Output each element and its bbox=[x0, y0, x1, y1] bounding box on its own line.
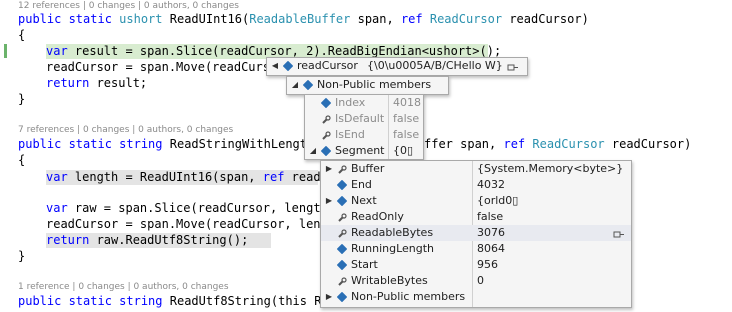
code-line: public static ushort ReadUInt16(Readable… bbox=[18, 12, 589, 26]
datatip-value[interactable]: false bbox=[477, 209, 503, 225]
datatip-row[interactable]: ReadableBytes 3076 bbox=[321, 225, 631, 241]
pin-icon[interactable] bbox=[613, 228, 625, 238]
datatip-row[interactable]: ◢ Segment {0▯ bbox=[305, 143, 423, 159]
datatip-row[interactable]: ReadOnly false bbox=[321, 209, 631, 225]
code-line: } bbox=[18, 249, 26, 263]
datatip-row[interactable]: ▶ Next {orld0▯ bbox=[321, 193, 631, 209]
datatip-name: Buffer bbox=[351, 162, 385, 175]
object-icon bbox=[320, 145, 332, 157]
wrench-icon bbox=[321, 114, 331, 124]
object-icon bbox=[336, 179, 348, 191]
expand-arrow-icon[interactable]: ▶ bbox=[324, 289, 334, 305]
datatip-value[interactable]: 8064 bbox=[477, 241, 505, 257]
datatip-value[interactable]: 956 bbox=[477, 257, 498, 273]
datatip-name: Non-Public members bbox=[317, 78, 432, 91]
datatip-row[interactable]: WritableBytes 0 bbox=[321, 273, 631, 289]
datatip-row[interactable]: ▶ Buffer {System.Memory<byte>} bbox=[321, 161, 631, 177]
datatip-value[interactable]: {0▯ bbox=[393, 143, 413, 159]
code-line: ffer span, ref ReadCursor readCursor) bbox=[424, 137, 692, 151]
datatip-name: IsDefault bbox=[335, 112, 385, 125]
code-line: } bbox=[18, 92, 26, 106]
object-icon bbox=[320, 97, 332, 109]
wrench-icon bbox=[337, 164, 347, 174]
code-line: public static string ReadUtf8String(this… bbox=[18, 294, 329, 308]
wrench-icon bbox=[337, 212, 347, 222]
datatip-name: Non-Public members bbox=[351, 290, 466, 303]
datatip-value[interactable]: 4018 bbox=[393, 95, 421, 111]
code-line: { bbox=[18, 28, 26, 42]
expand-arrow-icon[interactable]: ◀ bbox=[270, 58, 280, 74]
datatip-name: Index bbox=[335, 96, 366, 109]
datatip-value[interactable]: {orld0▯ bbox=[477, 193, 518, 209]
datatip-name: RunningLength bbox=[351, 242, 435, 255]
datatip-row[interactable]: IsDefault false bbox=[305, 111, 423, 127]
wrench-icon bbox=[337, 228, 347, 238]
code-line: { bbox=[18, 153, 26, 167]
datatip-row[interactable]: RunningLength 8064 bbox=[321, 241, 631, 257]
wrench-icon bbox=[321, 130, 331, 140]
datatip-readcursor[interactable]: ◀ readCursor {\0\u0005A/B/CHello W} bbox=[266, 57, 528, 76]
datatip-name: End bbox=[351, 178, 372, 191]
datatip-name: Segment bbox=[335, 144, 385, 157]
collapse-arrow-icon[interactable]: ◢ bbox=[290, 77, 300, 93]
datatip-name: IsEnd bbox=[335, 128, 365, 141]
wrench-icon bbox=[337, 276, 347, 286]
object-icon bbox=[302, 79, 314, 91]
codelens-readuint16[interactable]: 12 references | 0 changes | 0 authors, 0… bbox=[18, 1, 239, 11]
code-line: readCursor = span.Move(readCursor bbox=[46, 60, 285, 74]
object-icon bbox=[336, 195, 348, 207]
object-icon bbox=[336, 243, 348, 255]
datatip-name: Next bbox=[351, 194, 377, 207]
code-line: return raw.ReadUtf8String(); bbox=[46, 233, 249, 247]
datatip-segment[interactable]: ▶ Buffer {System.Memory<byte>} End 4032 ▶ Next… bbox=[320, 160, 632, 308]
collapse-arrow-icon[interactable]: ◢ bbox=[308, 143, 318, 159]
datatip-value[interactable]: {System.Memory<byte>} bbox=[477, 161, 623, 177]
datatip-name: Start bbox=[351, 258, 378, 271]
object-icon bbox=[336, 259, 348, 271]
code-line: public static string ReadStringWithLengt… bbox=[18, 137, 315, 151]
datatip-value[interactable]: false bbox=[393, 127, 419, 143]
codelens-readstringwithlength[interactable]: 7 references | 0 changes | 0 authors, 0 … bbox=[18, 125, 233, 135]
datatip-row[interactable]: Start 956 bbox=[321, 257, 631, 273]
datatip-row[interactable]: ◢ Non-Public members bbox=[287, 77, 448, 93]
datatip-value[interactable]: {\0\u0005A/B/CHello W} bbox=[367, 58, 503, 74]
pin-icon[interactable] bbox=[507, 61, 519, 71]
datatip-row[interactable]: End 4032 bbox=[321, 177, 631, 193]
datatip-name: WritableBytes bbox=[351, 274, 428, 287]
datatip-name: ReadableBytes bbox=[351, 226, 434, 239]
datatip-value[interactable]: 4032 bbox=[477, 177, 505, 193]
datatip-row[interactable]: IsEnd false bbox=[305, 127, 423, 143]
code-line: readCursor = span.Move(readCursor, leng bbox=[46, 217, 328, 231]
datatip-row[interactable]: ◀ readCursor {\0\u0005A/B/CHello W} bbox=[267, 58, 527, 74]
datatip-value[interactable]: 0 bbox=[477, 273, 484, 289]
codelens-readutf8string[interactable]: 1 reference | 0 changes | 0 authors, 0 c… bbox=[18, 282, 229, 292]
object-icon bbox=[282, 60, 294, 72]
datatip-name: readCursor bbox=[297, 59, 358, 72]
datatip-fields[interactable]: Index 4018 IsDefault false IsEnd false ◢… bbox=[304, 94, 424, 160]
code-line: return result; bbox=[46, 76, 148, 90]
code-line: var length = ReadUInt16(span, ref readC bbox=[46, 170, 328, 184]
change-bar bbox=[4, 44, 7, 58]
expand-arrow-icon[interactable]: ▶ bbox=[324, 161, 334, 177]
datatip-name: ReadOnly bbox=[351, 210, 404, 223]
datatip-value[interactable]: 3076 bbox=[477, 225, 505, 241]
datatip-row[interactable]: Index 4018 bbox=[305, 95, 423, 111]
datatip-value[interactable]: false bbox=[393, 111, 419, 127]
datatip-nonpublic[interactable]: ◢ Non-Public members bbox=[286, 76, 449, 95]
object-icon bbox=[336, 291, 348, 303]
code-line: var raw = span.Slice(readCursor, length bbox=[46, 201, 328, 215]
expand-arrow-icon[interactable]: ▶ bbox=[324, 193, 334, 209]
datatip-row[interactable]: ▶ Non-Public members bbox=[321, 289, 631, 305]
